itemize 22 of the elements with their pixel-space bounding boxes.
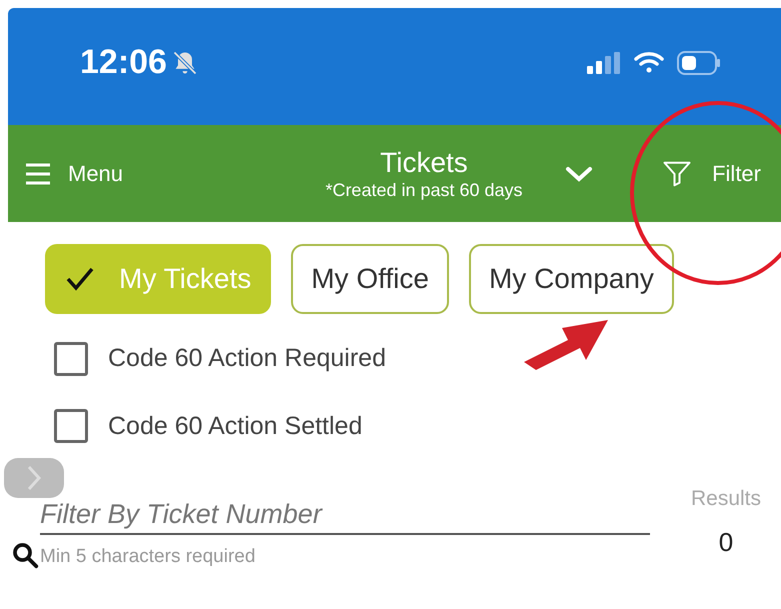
checkbox-label: Code 60 Action Required [108, 343, 386, 374]
battery-icon [677, 50, 721, 74]
filter-button[interactable]: Filter [662, 157, 765, 190]
wifi-icon [633, 50, 665, 74]
checkbox[interactable] [54, 342, 88, 376]
chevron-right-icon [26, 464, 42, 492]
results-label: Results [690, 486, 761, 512]
ticket-number-field[interactable]: Filter By Ticket Number [40, 495, 650, 535]
screen-title: Tickets [380, 146, 468, 178]
side-handle[interactable] [4, 458, 64, 498]
scope-tab[interactable]: My Office [291, 244, 449, 314]
menu-icon [24, 162, 52, 186]
results-count: 0 [718, 526, 734, 558]
screen-subtitle: *Created in past 60 days [325, 178, 523, 200]
scope-tab[interactable]: My Company [468, 244, 674, 314]
checkbox[interactable] [54, 409, 88, 444]
checkbox-label: Code 60 Action Settled [108, 410, 362, 442]
menu-button[interactable]: Menu [24, 157, 314, 190]
checkmark-icon [65, 266, 95, 292]
signal-icon [587, 52, 621, 74]
clock-time: 12:06 [80, 42, 167, 83]
field-hint: Min 5 characters required [40, 545, 256, 569]
